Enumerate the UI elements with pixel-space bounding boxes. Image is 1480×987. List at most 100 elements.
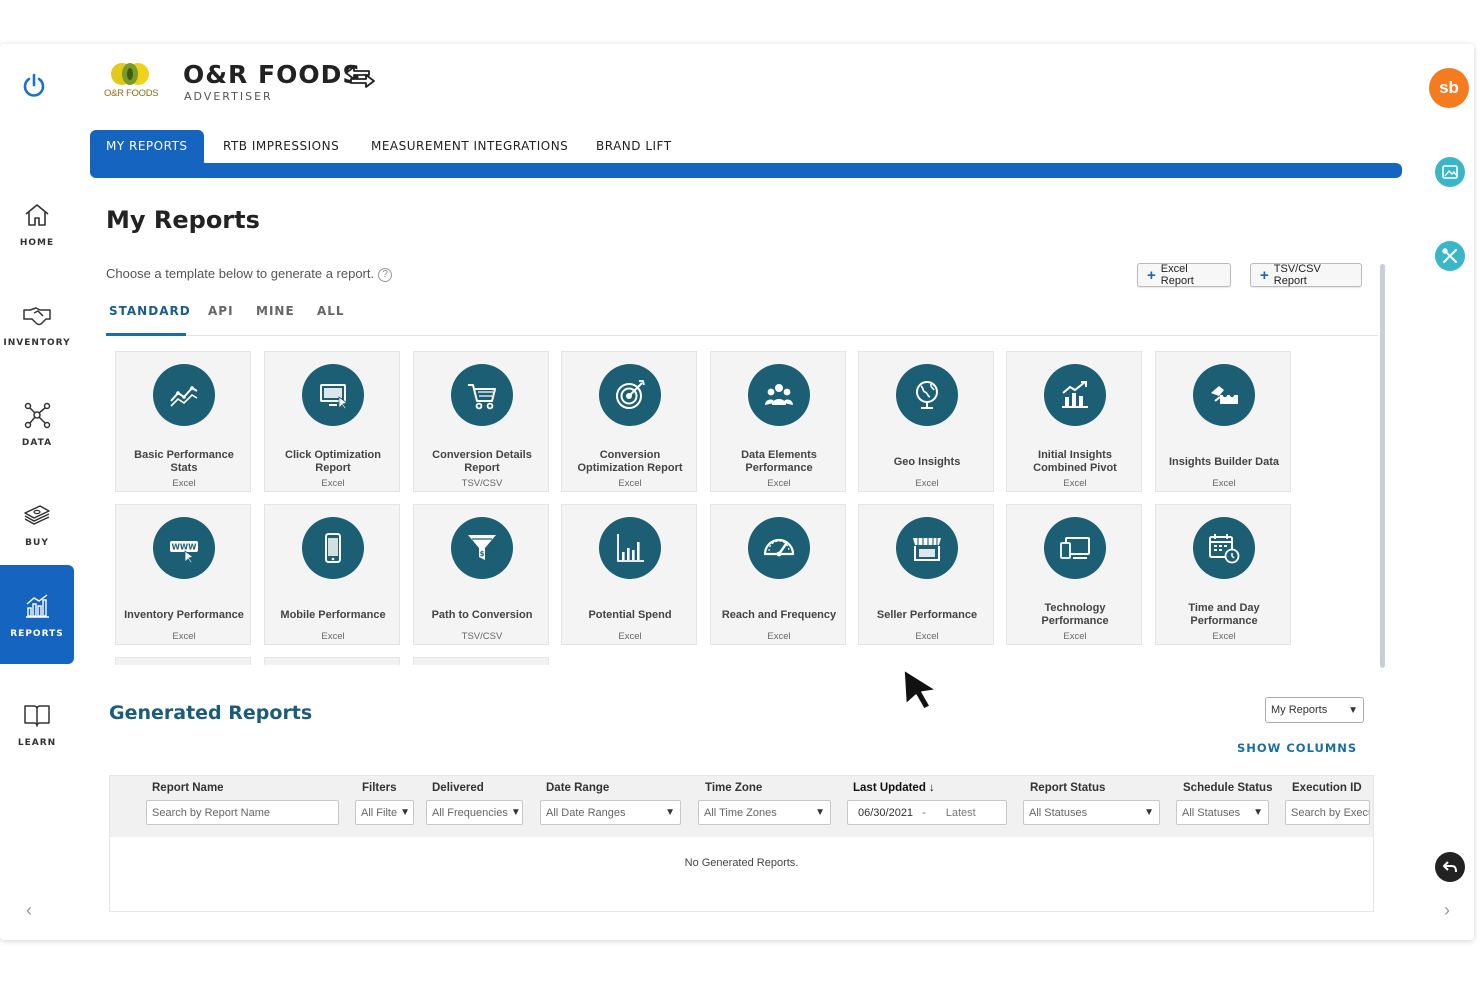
template-tile[interactable]: Click Optimization Report Excel: [264, 351, 400, 492]
template-name: Conversion Details Report: [432, 449, 532, 474]
people-group-icon: [748, 364, 810, 426]
template-tile[interactable]: Potential Spend Excel: [561, 504, 697, 645]
show-columns-link[interactable]: SHOW COLUMNS: [1237, 741, 1357, 755]
template-tile[interactable]: Technology Performance Excel: [1006, 504, 1142, 645]
template-name: Technology Performance: [1041, 602, 1109, 627]
delivered-value: All Frequencies: [432, 806, 508, 819]
template-tile[interactable]: Geo Insights Excel: [858, 351, 994, 492]
template-filter-tabs: STANDARD API MINE ALL: [106, 302, 1378, 336]
delivered-select[interactable]: All Frequencies ▼: [426, 800, 523, 825]
growth-chart-icon: [1044, 364, 1106, 426]
column-header-filters[interactable]: Filters: [362, 782, 397, 794]
nav-buy-label: BUY: [25, 538, 49, 548]
undo-icon[interactable]: [1435, 852, 1465, 882]
date-range-select[interactable]: All Date Ranges ▼: [540, 800, 681, 825]
trend-line-icon: [153, 364, 215, 426]
last-updated-to: Latest: [945, 806, 976, 819]
column-header-execution-id[interactable]: Execution ID: [1292, 782, 1362, 794]
template-type: TSV/CSV: [461, 631, 503, 642]
image-gallery-icon[interactable]: [1435, 157, 1465, 187]
user-avatar[interactable]: sb: [1429, 68, 1469, 108]
last-updated-range-input[interactable]: 06/30/2021- Latest: [847, 800, 1007, 825]
report-status-select[interactable]: All Statuses ▼: [1023, 800, 1160, 825]
column-header-last-updated[interactable]: Last Updated ↓: [853, 782, 935, 794]
template-tile[interactable]: Seller Performance Excel: [858, 504, 994, 645]
time-zone-select[interactable]: All Time Zones ▼: [698, 800, 831, 825]
add-tsv-report-button[interactable]: + TSV/CSV Report: [1250, 263, 1362, 287]
execution-id-search-input[interactable]: Search by Execution ID: [1285, 800, 1370, 825]
column-header-time-zone[interactable]: Time Zone: [705, 782, 762, 794]
template-type: Excel: [915, 478, 939, 489]
power-icon[interactable]: [20, 72, 48, 100]
tab-brand-lift[interactable]: BRAND LIFT: [580, 130, 688, 163]
template-name: Reach and Frequency: [721, 608, 837, 621]
template-tile[interactable]: Conversion Details Report TSV/CSV: [413, 351, 549, 492]
template-tile[interactable]: Basic Performance Stats Excel: [115, 351, 251, 492]
chevron-down-icon: ▼: [1348, 704, 1358, 716]
add-excel-report-button[interactable]: + Excel Report: [1137, 263, 1231, 287]
brand-subtitle: ADVERTISER: [184, 90, 273, 103]
template-tile[interactable]: WWW Inventory Performance Excel: [115, 504, 251, 645]
table-header: Report Name Filters Delivered Date Range…: [110, 776, 1373, 837]
nav-buy[interactable]: BUY: [0, 474, 74, 574]
column-header-schedule-status[interactable]: Schedule Status: [1183, 782, 1272, 794]
template-tile[interactable]: Mobile Performance Excel: [264, 504, 400, 645]
template-tile[interactable]: Insights Builder Data Excel: [1155, 351, 1291, 492]
template-type: Excel: [1212, 478, 1236, 489]
nav-inventory[interactable]: INVENTORY: [0, 274, 74, 374]
template-tile[interactable]: Conversion Optimization Report Excel: [561, 351, 697, 492]
subtab-api[interactable]: API: [208, 302, 234, 336]
tab-measurement-integrations[interactable]: MEASUREMENT INTEGRATIONS: [355, 130, 584, 163]
plus-icon: +: [1260, 266, 1269, 284]
shopping-cart-icon: [451, 364, 513, 426]
template-type: Excel: [767, 631, 791, 642]
template-tile[interactable]: Data Elements Performance Excel: [710, 351, 846, 492]
globe-icon: [896, 364, 958, 426]
template-name: Potential Spend: [588, 608, 672, 621]
tab-my-reports[interactable]: MY REPORTS: [90, 130, 204, 170]
nav-data[interactable]: DATA: [0, 374, 74, 474]
templates-scrollbar[interactable]: [1380, 264, 1385, 668]
chevron-down-icon: ▼: [1253, 807, 1263, 818]
template-tile[interactable]: Time and Day Performance Excel: [1155, 504, 1291, 645]
help-icon[interactable]: ?: [378, 267, 393, 282]
nav-home[interactable]: HOME: [0, 174, 74, 274]
template-type: Excel: [618, 631, 642, 642]
collapse-left-arrow-icon[interactable]: ‹: [26, 900, 32, 921]
report-name-search-input[interactable]: Search by Report Name: [146, 800, 339, 825]
subtab-all[interactable]: ALL: [317, 302, 345, 336]
funnel-icon: $: [451, 517, 513, 579]
subtab-mine[interactable]: MINE: [256, 302, 295, 336]
report-status-value: All Statuses: [1029, 806, 1088, 819]
column-header-report-status[interactable]: Report Status: [1030, 782, 1105, 794]
logo-text: O&R FOODS: [104, 88, 159, 99]
tab-rtb-impressions[interactable]: RTB IMPRESSIONS: [207, 130, 355, 163]
execution-id-placeholder: Search by Execution ID: [1291, 806, 1369, 819]
column-header-report-name[interactable]: Report Name: [152, 782, 224, 794]
template-type: Excel: [321, 631, 345, 642]
schedule-status-select[interactable]: All Statuses ▼: [1176, 800, 1269, 825]
template-type: Excel: [618, 478, 642, 489]
report-name-placeholder: Search by Report Name: [152, 806, 270, 819]
template-tile[interactable]: Reach and Frequency Excel: [710, 504, 846, 645]
report-scope-select[interactable]: My Reports ▼: [1265, 697, 1364, 723]
nav-reports[interactable]: REPORTS: [0, 565, 74, 664]
nav-learn[interactable]: LEARN: [0, 674, 74, 774]
www-click-icon: WWW: [153, 517, 215, 579]
nav-inventory-label: INVENTORY: [3, 338, 71, 348]
template-instructions: Choose a template below to generate a re…: [106, 266, 393, 282]
subtab-standard[interactable]: STANDARD: [106, 302, 190, 336]
template-tile[interactable]: $ Path to Conversion TSV/CSV: [413, 504, 549, 645]
mobile-phone-icon: [302, 517, 364, 579]
collapse-right-arrow-icon[interactable]: ›: [1444, 900, 1450, 921]
last-updated-from: 06/30/2021: [858, 806, 914, 819]
tools-icon[interactable]: [1435, 241, 1465, 271]
column-header-delivered[interactable]: Delivered: [432, 782, 484, 794]
template-tile[interactable]: Initial Insights Combined Pivot Excel: [1006, 351, 1142, 492]
filters-select[interactable]: All Filters▼: [355, 800, 414, 825]
monitor-click-icon: [302, 364, 364, 426]
template-name: Mobile Performance: [280, 608, 386, 621]
switch-account-icon[interactable]: [343, 64, 377, 90]
column-header-date-range[interactable]: Date Range: [546, 782, 609, 794]
template-name: Basic Performance Stats: [134, 449, 234, 474]
